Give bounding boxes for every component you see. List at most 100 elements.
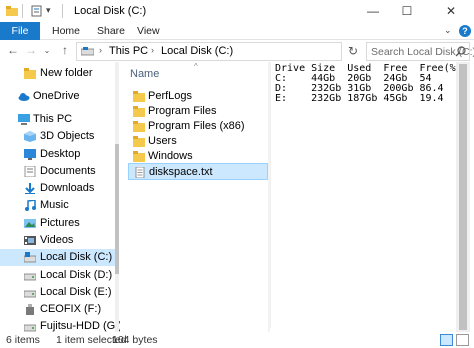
nav-item-3d-objects[interactable]: 3D Objects [0, 128, 115, 145]
nav-item-downloads[interactable]: Downloads [0, 180, 115, 197]
scrollbar-thumb[interactable] [459, 64, 467, 330]
preview-text: Drive Size Used Free Free(%) C: 44Gb 20Gb… [275, 64, 462, 104]
forward-arrow-icon[interactable]: → [24, 43, 38, 57]
search-icon[interactable] [455, 46, 466, 57]
navigation-bar: ← → ⌄ ↑ › This PC › Local Disk (C:) ⌄ ↻ … [0, 40, 474, 62]
tab-view[interactable]: View [137, 25, 160, 37]
desktop-icon [24, 149, 36, 160]
nav-item-local-disk-e[interactable]: Local Disk (E:) [0, 284, 115, 301]
back-arrow-icon[interactable]: ← [6, 43, 20, 57]
nav-item-onedrive[interactable]: OneDrive [0, 88, 115, 105]
toolbar-separator [22, 4, 23, 18]
preview-pane: Drive Size Used Free Free(%) C: 44Gb 20Gb… [270, 62, 474, 328]
nav-item-local-disk-d[interactable]: Local Disk (D:) [0, 267, 115, 284]
nav-item-this-pc[interactable]: This PC [0, 111, 115, 128]
nav-item-documents[interactable]: Documents [0, 163, 115, 180]
nav-item-label: CEOFIX (F:) [40, 303, 102, 315]
nav-item-label: 3D Objects [40, 130, 95, 142]
tab-share[interactable]: Share [97, 25, 125, 37]
customize-toolbar-chevron-icon[interactable]: ▾ [46, 5, 51, 16]
download-icon [25, 183, 35, 194]
music-icon [25, 200, 36, 211]
search-input[interactable]: Search Local Disk (C:) [366, 42, 474, 61]
computer-icon [18, 114, 30, 125]
large-icons-view-icon[interactable] [456, 334, 469, 346]
nav-item-videos[interactable]: Videos [0, 232, 115, 249]
breadcrumb-local-disk-c[interactable]: Local Disk (C:) [161, 45, 233, 57]
nav-item-label: Pictures [40, 217, 80, 229]
usb-drive-icon [26, 304, 34, 315]
status-bar: 6 items 1 item selected 104 bytes [0, 332, 474, 348]
drive-icon [24, 324, 36, 332]
sort-chevron-icon: ^ [194, 62, 198, 71]
drive-icon [24, 252, 36, 263]
cloud-icon [18, 93, 30, 101]
drive-icon [81, 47, 94, 56]
file-name: Program Files (x86) [148, 120, 245, 132]
nav-item-fujitsu-hdd-g[interactable]: Fujitsu-HDD (G:) [0, 318, 120, 332]
file-name: diskspace.txt [149, 166, 213, 178]
nav-item-pictures[interactable]: Pictures [0, 215, 115, 232]
recent-locations-chevron-icon[interactable]: ⌄ [40, 43, 54, 57]
refresh-icon[interactable]: ↻ [346, 44, 360, 58]
preview-line: E: 232Gb 187Gb 45Gb 19.4 [275, 93, 444, 104]
nav-item-label: Desktop [40, 148, 81, 160]
folder-icon [133, 151, 145, 162]
drive-icon [24, 290, 36, 298]
nav-item-label: Fujitsu-HDD (G:) [40, 320, 120, 332]
nav-item-label: Documents [40, 165, 96, 177]
expand-ribbon-chevron-icon[interactable]: ⌄ [444, 25, 452, 36]
ribbon-tabs: File Home Share View ⌄ ? [0, 22, 474, 40]
file-name: Users [148, 135, 177, 147]
nav-item-label: New folder [40, 67, 93, 79]
breadcrumb-this-pc[interactable]: This PC [109, 45, 148, 57]
folder-icon [133, 91, 145, 102]
drive-icon [24, 273, 36, 281]
up-arrow-icon[interactable]: ↑ [58, 43, 72, 57]
folder-icon [24, 68, 36, 79]
breadcrumb-chevron-icon[interactable]: › [151, 45, 154, 55]
item-count: 6 items [6, 334, 40, 346]
address-bar[interactable]: › This PC › Local Disk (C:) ⌄ [76, 42, 403, 61]
tab-home[interactable]: Home [52, 25, 80, 37]
nav-item-label: Local Disk (C:) [40, 251, 113, 263]
navigation-pane-scrollbar[interactable] [115, 62, 119, 332]
window-title: Local Disk (C:) [74, 5, 147, 17]
preview-scrollbar[interactable] [456, 62, 470, 332]
nav-item-new-folder[interactable]: New folder [0, 65, 115, 82]
details-view-icon[interactable] [440, 334, 453, 346]
file-name: PerfLogs [148, 90, 193, 102]
nav-item-label: This PC [33, 113, 73, 125]
text-file-icon [135, 167, 145, 178]
file-list: ^ Name PerfLogs Program Files Program Fi… [126, 62, 268, 328]
selection-size: 104 bytes [112, 334, 158, 346]
nav-item-desktop[interactable]: Desktop [0, 146, 115, 163]
folder-icon [133, 136, 145, 147]
minimize-button[interactable]: — [358, 0, 388, 22]
pictures-icon [24, 219, 36, 228]
nav-item-label: Local Disk (E:) [40, 286, 112, 298]
nav-item-ceofix-f[interactable]: CEOFIX (F:) [0, 301, 115, 318]
folder-icon [133, 121, 145, 132]
documents-icon [24, 166, 36, 177]
breadcrumb-chevron-icon[interactable]: › [99, 45, 102, 55]
maximize-button[interactable]: ☐ [392, 0, 422, 22]
close-button[interactable]: ✕ [428, 0, 474, 22]
nav-item-music[interactable]: Music [0, 197, 115, 214]
nav-item-label: OneDrive [33, 90, 80, 102]
help-icon[interactable]: ? [459, 25, 471, 37]
column-header-name[interactable]: Name [130, 68, 159, 80]
folder-icon [133, 106, 145, 117]
videos-icon [24, 236, 36, 245]
nav-item-label: Local Disk (D:) [40, 269, 113, 281]
nav-item-label: Downloads [40, 182, 95, 194]
scrollbar-thumb[interactable] [115, 144, 119, 274]
nav-item-label: Videos [40, 234, 74, 246]
tab-file[interactable]: File [0, 22, 40, 40]
properties-icon[interactable] [31, 5, 43, 17]
file-name: Windows [148, 150, 193, 162]
cube-icon [24, 131, 36, 142]
file-row-diskspace-txt[interactable]: diskspace.txt [128, 163, 268, 180]
nav-item-local-disk-c[interactable]: Local Disk (C:) [0, 249, 115, 266]
file-name: Program Files [148, 105, 217, 117]
